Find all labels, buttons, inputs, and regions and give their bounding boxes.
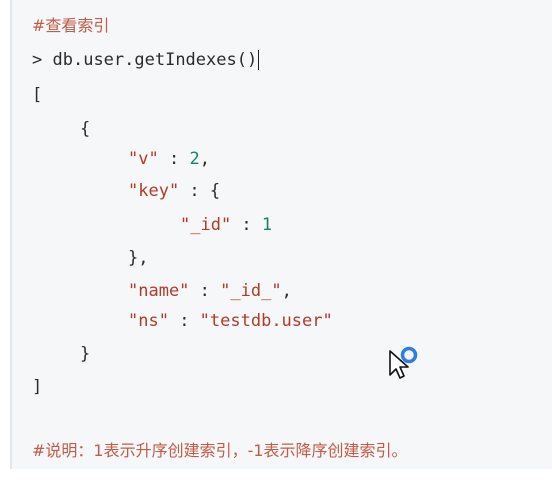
comment-explanation: #说明：1表示升序创建索引，-1表示降序创建索引。 [32, 441, 408, 460]
v-separator: : [158, 149, 190, 169]
text-caret [258, 50, 260, 70]
name-separator: : [189, 281, 221, 301]
id-value: 1 [261, 215, 273, 235]
command-text: db.user.getIndexes() [52, 50, 258, 70]
close-brace: } [80, 344, 91, 364]
shell-prompt: > [32, 50, 43, 70]
name-key: "name" [128, 281, 190, 301]
command-line[interactable]: > db.user.getIndexes() [32, 46, 260, 74]
id-separator: : [231, 215, 262, 235]
name-value: "_id_" [220, 281, 282, 301]
ns-value: "testdb.user" [199, 311, 333, 331]
mouse-pointer-with-loading-ring-icon [389, 346, 418, 379]
field-id: "_id" : 1 [180, 211, 272, 239]
code-block: #查看索引 > db.user.getIndexes() [ { "v" : 2… [10, 0, 552, 469]
key-key: "key" [128, 181, 180, 201]
key-open-brace: { [209, 181, 221, 201]
close-bracket: ] [32, 377, 43, 397]
field-name: "name" : "_id_", [128, 277, 292, 305]
open-bracket: [ [32, 85, 43, 105]
field-key: "key" : { [128, 177, 220, 205]
key-separator: : [179, 181, 210, 201]
v-key: "v" [128, 149, 159, 169]
ns-separator: : [168, 311, 200, 331]
field-ns: "ns" : "testdb.user" [128, 307, 333, 335]
ns-key: "ns" [128, 311, 169, 331]
comment-view-indexes: #查看索引 [32, 16, 110, 35]
field-v: "v" : 2, [128, 145, 210, 173]
name-comma: , [281, 281, 292, 301]
id-key: "_id" [180, 215, 232, 235]
page: #查看索引 > db.user.getIndexes() [ { "v" : 2… [0, 0, 552, 481]
open-brace: { [80, 119, 91, 139]
v-value: 2 [189, 149, 200, 169]
inner-close-brace: }, [128, 248, 149, 268]
v-comma: , [199, 149, 210, 169]
